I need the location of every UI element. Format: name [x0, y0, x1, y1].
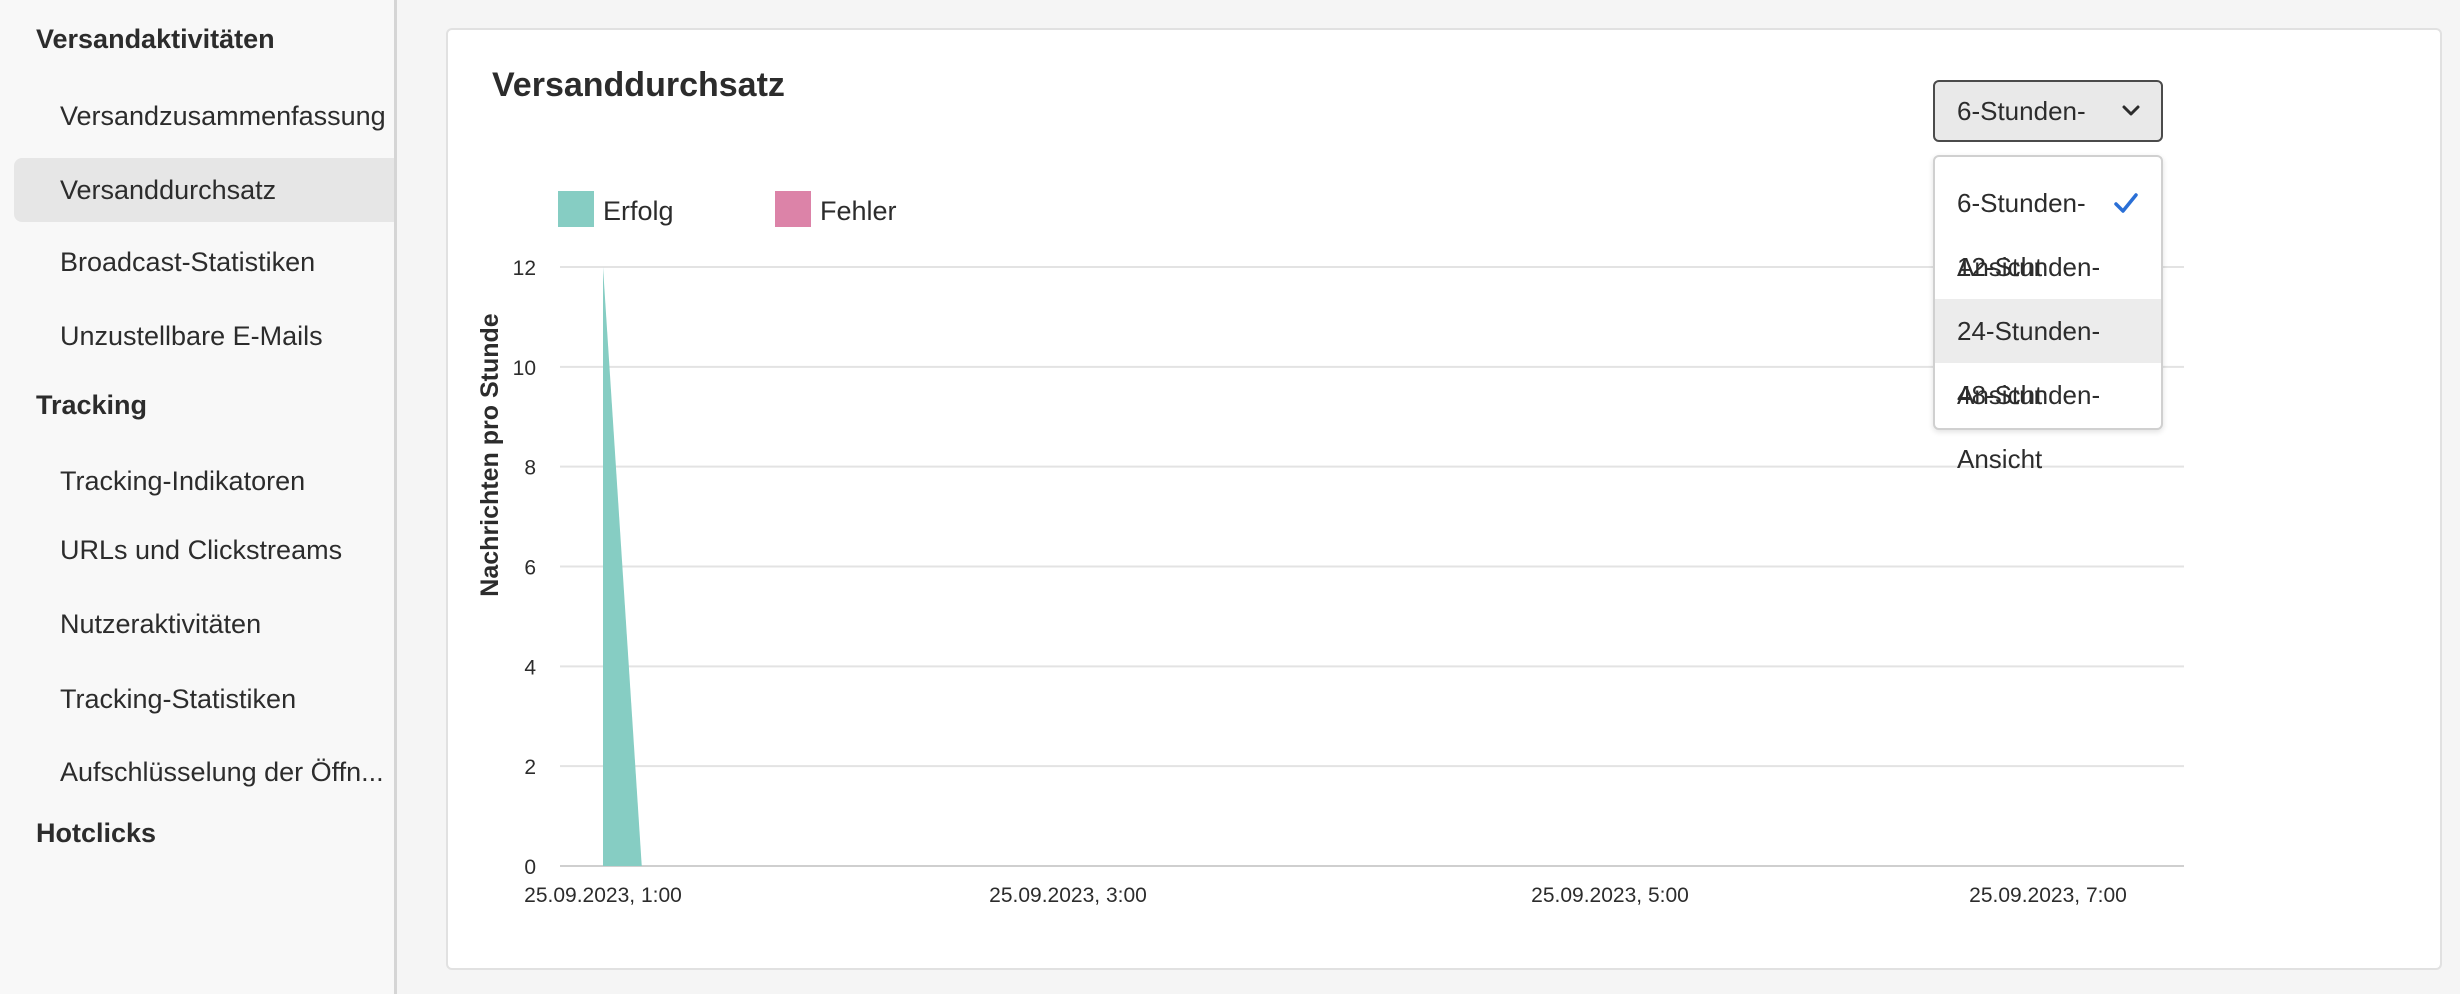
x-tick-label: 25.09.2023, 5:00 — [1531, 884, 1689, 907]
x-tick-label: 25.09.2023, 7:00 — [1969, 884, 2127, 907]
sidebar-item-nutzeraktivitaeten[interactable]: Nutzeraktivitäten — [14, 592, 394, 656]
chart-legend: Erfolg Fehler — [558, 191, 897, 227]
sidebar-item-versanddurchsatz[interactable]: Versanddurchsatz — [14, 158, 394, 222]
y-tick-label: 6 — [524, 557, 536, 580]
sidebar-item-aufschluesselung[interactable]: Aufschlüsselung der Öffn... — [14, 740, 394, 804]
menu-item-6h[interactable]: 6-Stunden-Ansicht — [1935, 171, 2161, 282]
x-tick-label: 25.09.2023, 1:00 — [524, 884, 682, 907]
section-heading-versandaktivitaeten: Versandaktivitäten — [36, 24, 275, 54]
menu-item-48h[interactable]: 48-Stunden- Ansicht — [1935, 363, 2161, 474]
y-tick-label: 10 — [513, 357, 536, 380]
y-tick-label: 2 — [524, 756, 536, 779]
section-heading-hotclicks[interactable]: Hotclicks — [36, 818, 156, 849]
y-axis-ticks: 0 2 4 6 8 10 12 — [513, 257, 537, 879]
sidebar-item-versandzusammenfassung[interactable]: Versandzusammenfassung — [14, 84, 394, 148]
menu-item-24h[interactable]: 24-Stunden- Ansicht — [1935, 299, 2161, 410]
checkmark-icon — [2114, 193, 2138, 213]
legend-swatch-erfolg — [558, 191, 594, 227]
y-tick-label: 12 — [513, 257, 536, 280]
sidebar-item-tracking-statistiken[interactable]: Tracking-Statistiken — [14, 667, 394, 731]
sidebar-item-tracking-indikatoren[interactable]: Tracking-Indikatoren — [14, 449, 394, 513]
throughput-card: Versanddurchsatz Erfolg Fehler 0 2 4 6 8 10 12 … — [446, 28, 2442, 970]
view-picker-menu: 6-Stunden-Ansicht 12-Stunden-Ansicht 24-… — [1933, 155, 2163, 474]
menu-item-12h[interactable]: 12-Stunden-Ansicht — [1935, 235, 2161, 346]
sidebar-item-broadcast-statistiken[interactable]: Broadcast-Statistiken — [14, 230, 394, 294]
legend-label-erfolg: Erfolg — [603, 196, 674, 226]
x-axis-ticks: 25.09.2023, 1:00 25.09.2023, 3:00 25.09.20… — [524, 884, 2127, 907]
y-axis-label: Nachrichten pro Stunde — [476, 313, 504, 596]
x-tick-label: 25.09.2023, 3:00 — [989, 884, 1147, 907]
legend-label-fehler: Fehler — [820, 196, 897, 226]
sidebar-item-unzustellbare-emails[interactable]: Unzustellbare E-Mails — [14, 304, 394, 368]
chevron-down-icon — [2122, 105, 2140, 116]
legend-swatch-fehler — [775, 191, 811, 227]
sidebar: Versandaktivitäten Versandzusammenfassun… — [0, 0, 397, 994]
section-heading-tracking: Tracking — [36, 390, 148, 420]
y-tick-label: 0 — [524, 856, 536, 879]
view-picker-button[interactable]: 6-Stunden-Ansicht — [1933, 80, 2163, 184]
y-tick-label: 8 — [524, 457, 536, 480]
y-tick-label: 4 — [524, 656, 536, 679]
sidebar-item-urls-und-clickstreams[interactable]: URLs und Clickstreams — [14, 518, 394, 582]
